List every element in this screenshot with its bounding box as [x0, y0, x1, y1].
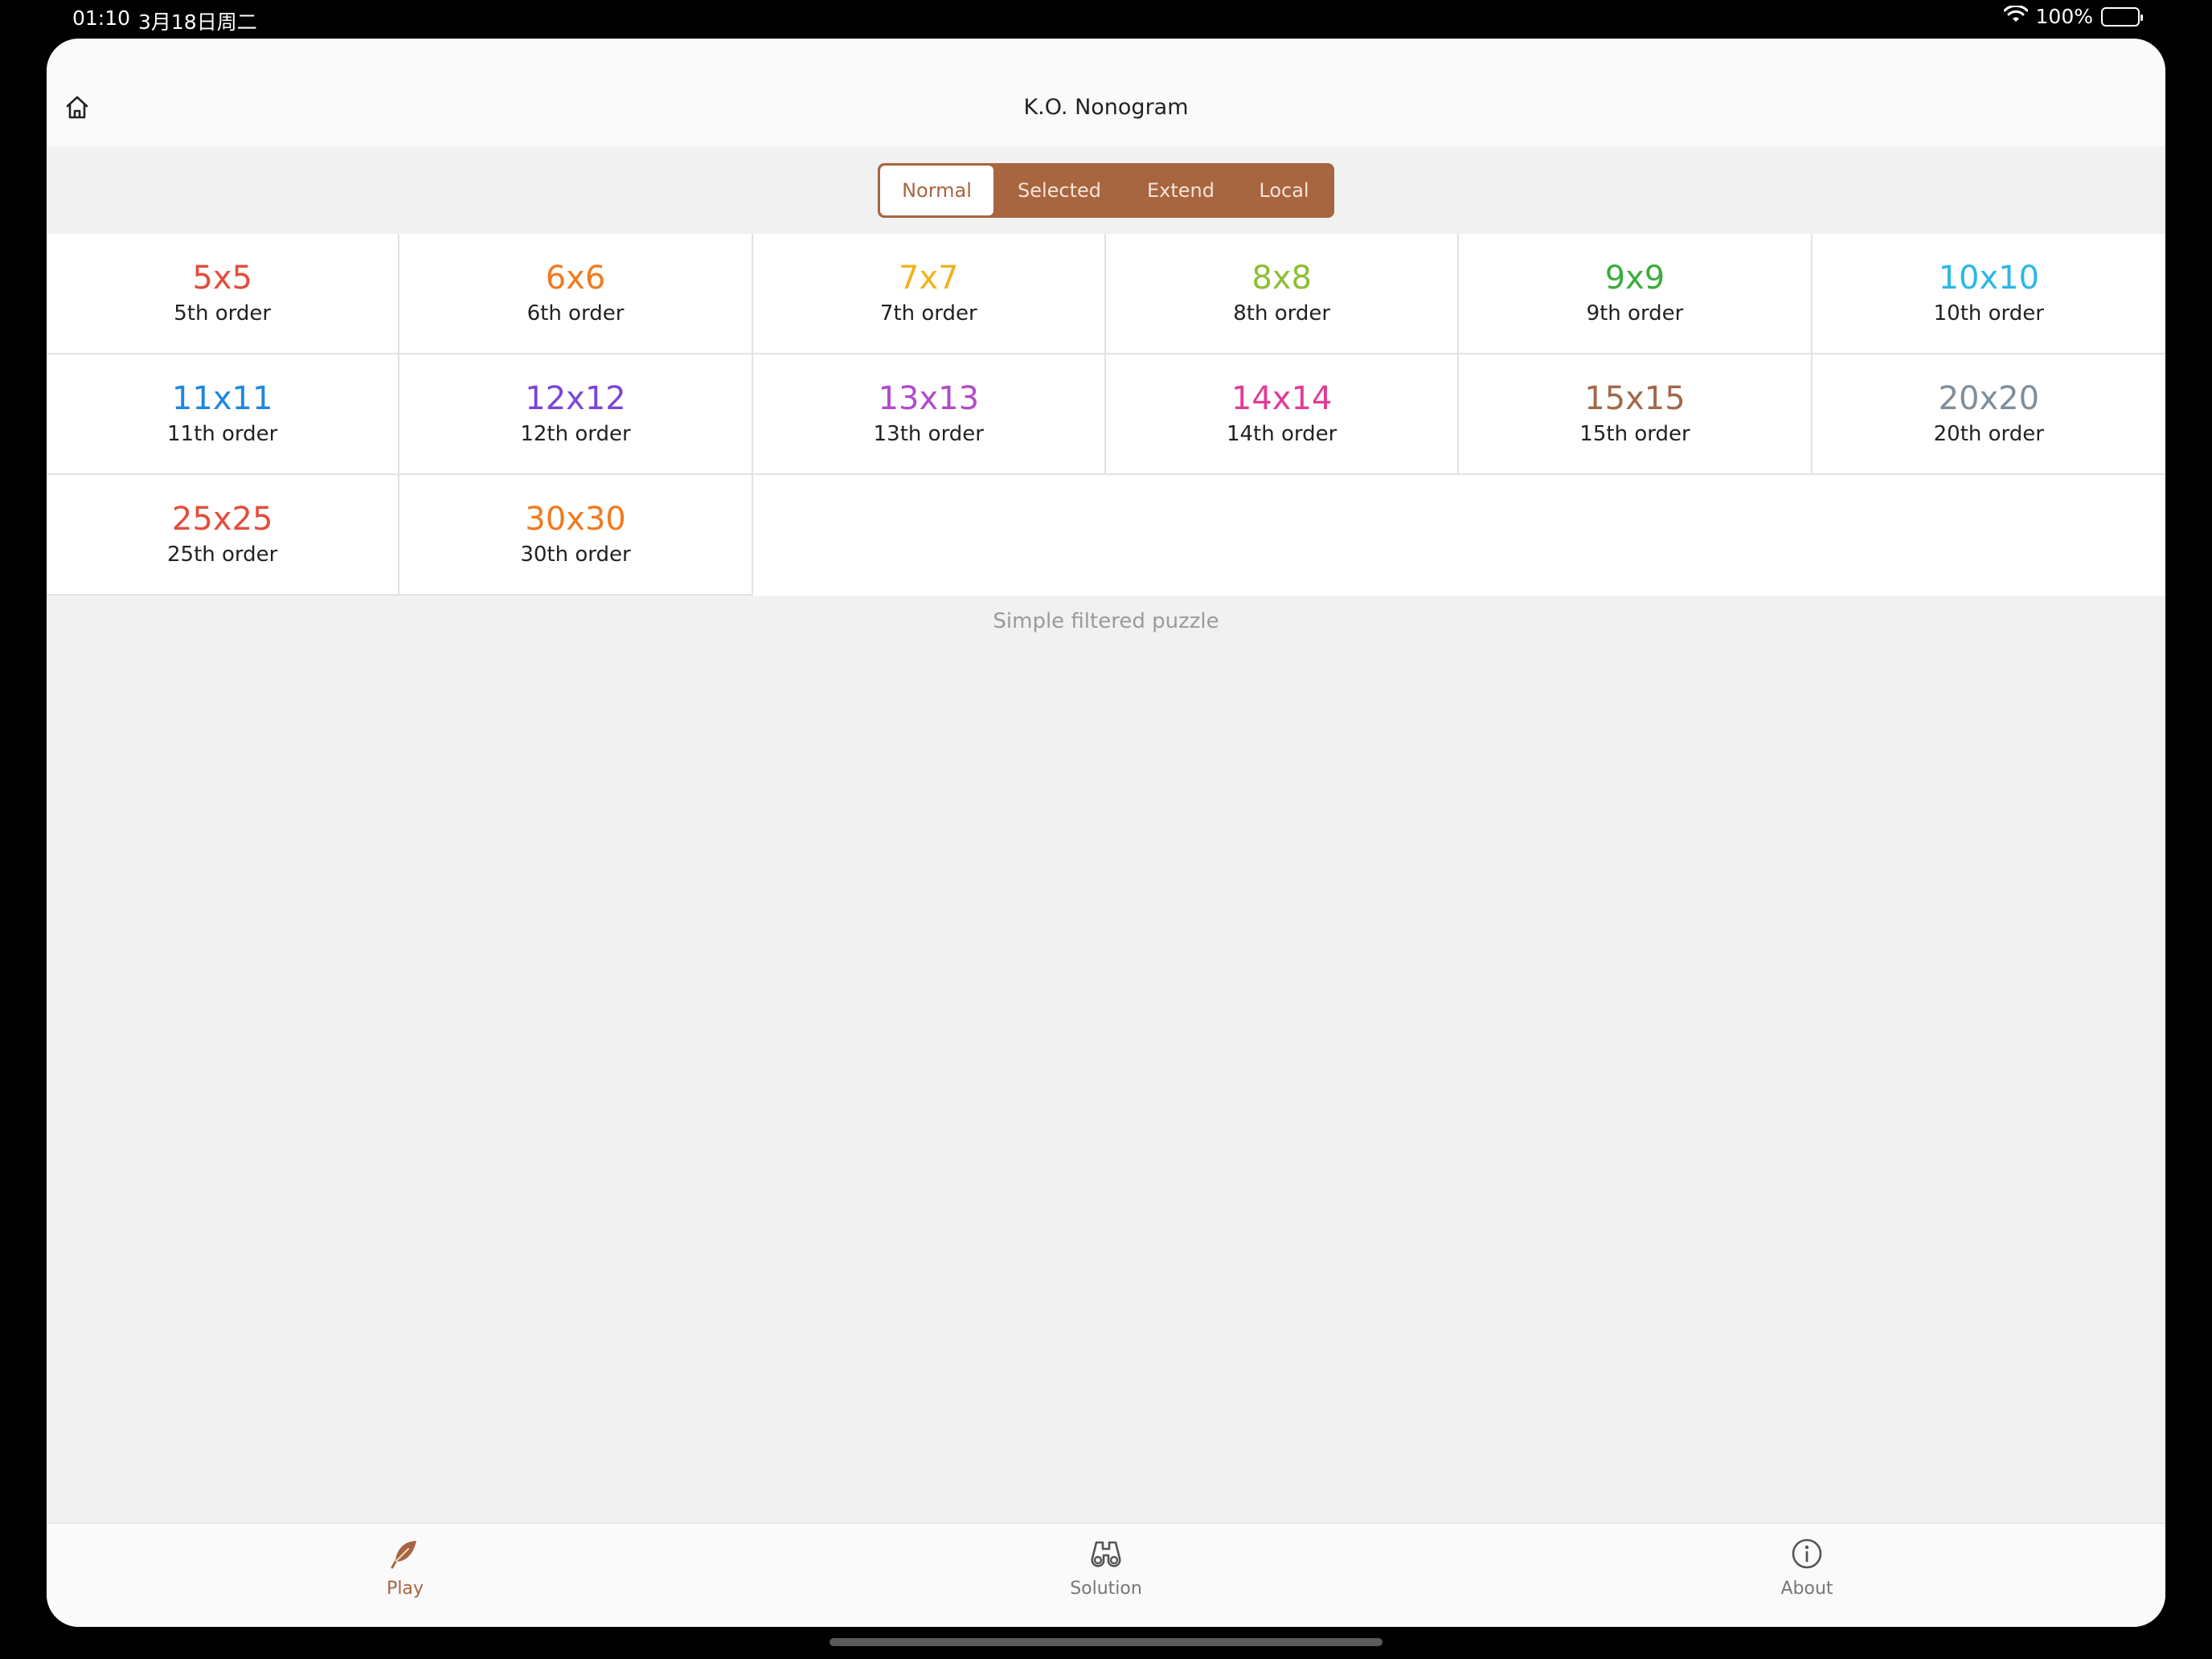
tab-play[interactable]: Play	[325, 1535, 485, 1599]
segment-local[interactable]: Local	[1236, 166, 1332, 215]
cell-size: 12x12	[525, 380, 626, 417]
tab-label: Solution	[1070, 1579, 1142, 1599]
grid-row: 11x11 11th order 12x12 12th order 13x13 …	[47, 354, 2165, 475]
segment-normal[interactable]: Normal	[880, 166, 993, 215]
tab-bar: Play Solution About	[47, 1522, 2165, 1627]
cell-size: 11x11	[171, 380, 273, 417]
status-time: 01:10	[72, 6, 131, 30]
cell-order: 6th order	[526, 301, 625, 326]
cell-order: 11th order	[166, 422, 278, 446]
battery-percent: 100%	[2035, 5, 2093, 28]
cell-order: 10th order	[1933, 301, 2044, 326]
puzzle-cell-7x7[interactable]: 7x7 7th order	[752, 234, 1106, 354]
grid-row: 5x5 5th order 6x6 6th order 7x7 7th orde…	[47, 234, 2165, 354]
puzzle-cell-20x20[interactable]: 20x20 20th order	[1812, 354, 2165, 475]
cell-order: 7th order	[879, 301, 977, 326]
puzzle-cell-13x13[interactable]: 13x13 13th order	[752, 354, 1106, 475]
puzzle-cell-14x14[interactable]: 14x14 14th order	[1105, 354, 1460, 475]
cell-order: 5th order	[174, 301, 272, 326]
puzzle-size-grid: 5x5 5th order 6x6 6th order 7x7 7th orde…	[47, 234, 2165, 596]
puzzle-cell-15x15[interactable]: 15x15 15th order	[1459, 354, 1813, 475]
cell-size: 14x14	[1231, 380, 1333, 417]
cell-size: 30x30	[525, 501, 626, 538]
tab-label: Play	[387, 1579, 424, 1599]
puzzle-cell-10x10[interactable]: 10x10 10th order	[1812, 234, 2165, 354]
app-window: K.O. Nonogram Normal Selected Extend Loc…	[47, 39, 2165, 1627]
battery-icon	[2101, 6, 2143, 27]
segment-selected[interactable]: Selected	[993, 166, 1125, 215]
tab-solution[interactable]: Solution	[1026, 1535, 1186, 1599]
grid-row: 25x25 25th order 30x30 30th order	[47, 475, 2165, 596]
cell-size: 15x15	[1584, 380, 1686, 417]
puzzle-cell-8x8[interactable]: 8x8 8th order	[1105, 234, 1460, 354]
category-segmented-control: Normal Selected Extend Local	[878, 163, 1334, 218]
cell-order: 14th order	[1226, 422, 1337, 446]
navigation-bar: K.O. Nonogram	[47, 39, 2165, 146]
cell-order: 30th order	[520, 543, 631, 567]
grid-empty-space	[752, 475, 2165, 596]
cell-size: 13x13	[878, 380, 980, 417]
binoculars-icon	[1088, 1535, 1124, 1572]
cell-order: 20th order	[1933, 422, 2044, 446]
puzzle-cell-6x6[interactable]: 6x6 6th order	[399, 234, 753, 354]
page-title: K.O. Nonogram	[1023, 95, 1189, 120]
cell-size: 6x6	[545, 260, 606, 297]
tab-about[interactable]: About	[1727, 1535, 1887, 1599]
info-icon	[1788, 1535, 1825, 1572]
puzzle-cell-25x25[interactable]: 25x25 25th order	[47, 475, 400, 596]
cell-order: 13th order	[873, 422, 984, 446]
cell-size: 10x10	[1938, 260, 2040, 297]
cell-order: 9th order	[1586, 301, 1684, 326]
tab-label: About	[1780, 1579, 1833, 1599]
cell-order: 12th order	[520, 422, 631, 446]
puzzle-cell-12x12[interactable]: 12x12 12th order	[399, 354, 753, 475]
wifi-icon	[2003, 4, 2029, 28]
status-right: 100%	[2003, 4, 2143, 28]
puzzle-cell-30x30[interactable]: 30x30 30th order	[399, 475, 753, 596]
cell-size: 7x7	[899, 260, 959, 297]
cell-size: 20x20	[1938, 380, 2040, 417]
cell-order: 8th order	[1233, 301, 1331, 326]
cell-size: 9x9	[1604, 260, 1665, 297]
home-indicator	[830, 1638, 1382, 1646]
segment-extend[interactable]: Extend	[1125, 166, 1236, 215]
cell-order: 15th order	[1579, 422, 1690, 446]
filter-hint-text: Simple filtered puzzle	[993, 609, 1219, 633]
cell-order: 25th order	[166, 543, 278, 567]
puzzle-cell-5x5[interactable]: 5x5 5th order	[47, 234, 400, 354]
status-bar: 01:10 3月18日周二 100%	[0, 0, 2212, 39]
feather-icon	[387, 1535, 424, 1572]
cell-size: 8x8	[1251, 260, 1312, 297]
puzzle-cell-9x9[interactable]: 9x9 9th order	[1459, 234, 1813, 354]
cell-size: 25x25	[171, 501, 273, 538]
cell-size: 5x5	[192, 260, 252, 297]
status-date: 3月18日周二	[138, 10, 257, 34]
puzzle-cell-11x11[interactable]: 11x11 11th order	[47, 354, 400, 475]
